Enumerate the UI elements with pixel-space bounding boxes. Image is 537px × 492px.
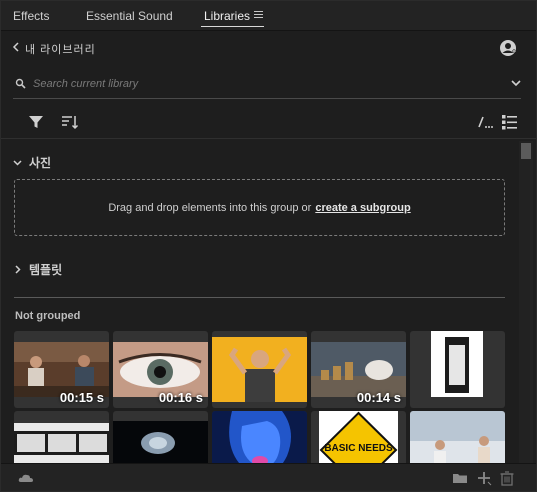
duration-label: 00:16 s: [158, 390, 203, 405]
library-item-video[interactable]: 00:14 s: [311, 331, 406, 408]
sort-icon[interactable]: [61, 113, 79, 131]
thumbnail-image: [113, 421, 208, 463]
library-item-video[interactable]: 00:16 s: [113, 331, 208, 408]
duration-label: 00:14 s: [356, 390, 401, 405]
library-item-image[interactable]: [113, 411, 208, 463]
thumbnail-image: [431, 331, 483, 397]
thumbnail-image: [14, 342, 109, 397]
sign-text: BASIC NEEDS: [324, 443, 393, 454]
library-item-image[interactable]: [410, 411, 505, 463]
group-photos-label: 사진: [29, 156, 52, 170]
duration-label: 00:15 s: [59, 390, 104, 405]
library-name: 내 라이브러리: [25, 44, 96, 56]
library-item-image[interactable]: BASIC NEEDS: [311, 411, 406, 463]
active-tab-indicator: [201, 26, 264, 27]
library-footer: [1, 463, 536, 491]
libraries-panel: Effects Essential Sound Libraries 내 라이브러…: [0, 0, 537, 492]
tab-effects[interactable]: Effects: [13, 9, 49, 23]
thumbnail-image: [113, 342, 208, 397]
library-item-image[interactable]: [212, 331, 307, 408]
add-collaborator-icon[interactable]: [499, 39, 517, 57]
panel-menu-icon[interactable]: [254, 11, 263, 19]
chevron-down-icon: [13, 160, 22, 166]
library-item-image[interactable]: [212, 411, 307, 463]
library-item-graphic[interactable]: [410, 331, 505, 408]
library-toolbar: [1, 105, 536, 139]
tab-libraries[interactable]: Libraries: [204, 9, 250, 23]
chevron-down-icon[interactable]: [511, 79, 521, 87]
library-search: [13, 71, 521, 99]
tab-essential-sound[interactable]: Essential Sound: [86, 9, 173, 23]
thumbnail-image: [311, 342, 406, 397]
group-photos-header[interactable]: 사진: [13, 154, 51, 171]
grid-view-icon[interactable]: [475, 113, 493, 131]
back-arrow-icon[interactable]: [12, 42, 20, 52]
scrollbar[interactable]: [519, 141, 533, 463]
chevron-right-icon: [15, 265, 21, 274]
group-templates-label: 템플릿: [29, 263, 63, 277]
thumbnail-image: [212, 337, 307, 402]
search-icon: [15, 78, 26, 89]
library-item-video[interactable]: 00:15 s: [14, 331, 109, 408]
filter-icon[interactable]: [27, 113, 45, 131]
group-drop-zone[interactable]: Drag and drop elements into this group o…: [14, 179, 505, 236]
drop-zone-text: Drag and drop elements into this group o…: [108, 201, 312, 214]
folder-icon[interactable]: [452, 470, 468, 486]
thumbnail-image: [14, 423, 109, 463]
thumbnail-image: [212, 411, 307, 463]
add-icon[interactable]: [476, 470, 492, 486]
divider: [14, 297, 505, 298]
not-grouped-label: Not grouped: [15, 310, 81, 322]
trash-icon[interactable]: [499, 470, 515, 486]
search-input[interactable]: [33, 76, 473, 92]
library-item-graphic[interactable]: [14, 411, 109, 463]
tab-bar: Effects Essential Sound Libraries: [1, 1, 536, 31]
thumbnail-image: BASIC NEEDS: [319, 411, 398, 463]
list-view-icon[interactable]: [501, 113, 519, 131]
group-templates-header[interactable]: 템플릿: [13, 261, 62, 278]
library-content: 사진 Drag and drop elements into this grou…: [1, 141, 519, 463]
scrollbar-thumb[interactable]: [521, 143, 531, 159]
cloud-icon[interactable]: [18, 470, 34, 486]
library-header: 내 라이브러리: [1, 32, 536, 64]
create-subgroup-link[interactable]: create a subgroup: [315, 202, 410, 214]
thumbnail-image: [410, 411, 505, 463]
